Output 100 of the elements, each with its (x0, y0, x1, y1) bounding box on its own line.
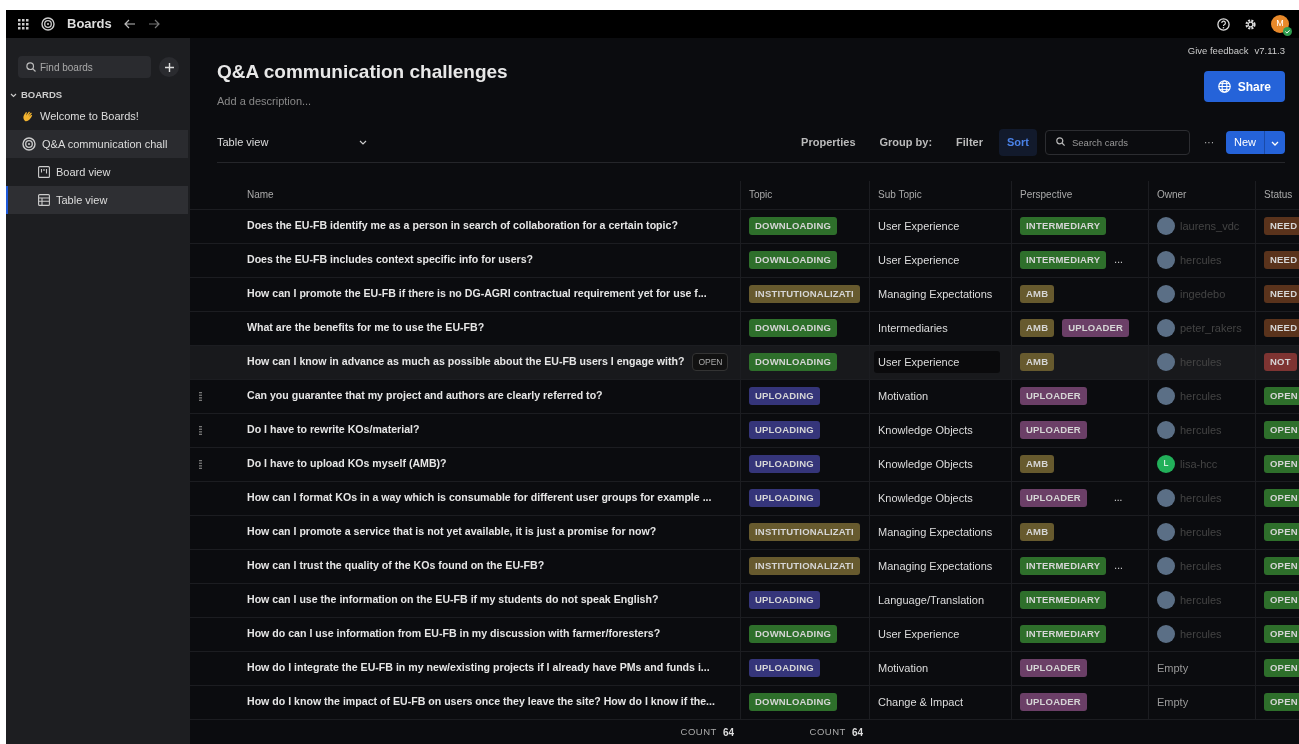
card-title[interactable]: How can I trust the quality of the KOs found on the EU-FB? (247, 558, 545, 574)
topic-tag: UPLOADING (749, 386, 820, 406)
card-title[interactable]: What are the benefits for me to use the EU-FB? (247, 320, 485, 336)
description-field[interactable]: Add a description... (217, 92, 508, 109)
status-tag: OPEN (1264, 556, 1299, 576)
sub-topic-text: Knowledge Objects (878, 490, 973, 506)
status-tag: OPEN (1264, 488, 1299, 508)
sub-topic-text: Knowledge Objects (878, 422, 973, 438)
column-header[interactable]: Name (247, 187, 274, 202)
drag-handle-icon[interactable] (199, 425, 202, 435)
target-icon (22, 137, 36, 152)
card-title[interactable]: How can I format KOs in a way which is consumable for different user groups for example ... (247, 490, 712, 506)
column-header[interactable]: Perspective (1020, 187, 1073, 202)
empty-value-text: Empty (1157, 694, 1189, 710)
avatar-placeholder (1157, 591, 1175, 609)
owner-name: hercules (1180, 490, 1222, 506)
card-title[interactable]: How do I know the impact of EU-FB on users once they leave the site? How do I know if the... (247, 694, 715, 710)
avatar-placeholder (1157, 353, 1175, 371)
perspective-tag: UPLOADER (1020, 420, 1087, 440)
drag-handle-icon[interactable] (199, 459, 202, 469)
board-title: Q&A communication challenges (217, 60, 508, 84)
perspective-tag: AMB (1020, 284, 1055, 304)
feedback-link[interactable]: Give feedback (1187, 44, 1249, 59)
owner-name: hercules (1180, 388, 1222, 404)
more-options-button[interactable]: ··· (1200, 134, 1218, 150)
sub-topic-text: Motivation (878, 388, 929, 404)
owner-name: hercules (1180, 422, 1222, 438)
sidebar-item[interactable]: Board view (6, 158, 188, 187)
help-icon[interactable] (1217, 17, 1230, 31)
column-header[interactable]: Topic (749, 187, 773, 202)
sub-topic-text: User Experience (878, 626, 960, 642)
share-button[interactable]: Share (1203, 71, 1285, 103)
card-title[interactable]: Do I have to upload KOs myself (AMB)? (247, 456, 447, 472)
status-tag: OPEN (1264, 692, 1299, 712)
apps-grid-icon[interactable] (18, 18, 29, 30)
count-label: COUNT (809, 725, 846, 739)
more-tags-indicator: ... (1114, 492, 1123, 504)
toolbar-button[interactable]: Sort (999, 129, 1037, 156)
topic-tag: INSTITUTIONALIZATI (749, 284, 860, 304)
table-icon (38, 194, 50, 207)
topic-tag: DOWNLOADING (749, 692, 838, 712)
view-dropdown[interactable]: Table view (217, 134, 367, 151)
status-tag: OPEN (1264, 386, 1299, 406)
avatar-placeholder (1157, 523, 1175, 541)
card-title[interactable]: How can I use the information on the EU-FB if my students do not speak English? (247, 592, 659, 608)
perspective-tag: AMB (1020, 352, 1055, 372)
globe-icon (1217, 80, 1231, 94)
topic-tag: DOWNLOADING (749, 250, 838, 270)
perspective-tag: UPLOADER (1020, 488, 1087, 508)
sub-topic-text: Managing Expectations (878, 286, 993, 302)
status-tag: NEED (1264, 216, 1299, 236)
forward-arrow-icon[interactable] (147, 19, 160, 29)
search-cards-field[interactable]: Search cards (1045, 129, 1190, 155)
owner-name: hercules (1180, 558, 1222, 574)
perspective-tag: INTERMEDIARY (1020, 216, 1107, 236)
owner-name: peter_rakers (1180, 320, 1242, 336)
chevron-down-icon[interactable] (10, 92, 17, 98)
topic-tag: UPLOADING (749, 590, 820, 610)
card-title[interactable]: How can I know in advance as much as possible about the EU-FB users I engage with? (247, 354, 685, 370)
sidebar-item[interactable]: Table view (6, 186, 188, 215)
avatar-placeholder (1157, 319, 1175, 337)
back-arrow-icon[interactable] (123, 19, 136, 29)
card-title[interactable]: How do can I use information from EU-FB in my discussion with farmer/foresters? (247, 626, 661, 642)
avatar-placeholder (1157, 285, 1175, 303)
add-board-button[interactable] (159, 57, 179, 77)
perspective-tag: AMB (1020, 318, 1055, 338)
status-tag: OPEN (1264, 624, 1299, 644)
toolbar-button[interactable]: Filter (948, 129, 991, 156)
card-title[interactable]: Do I have to rewrite KOs/material? (247, 422, 420, 438)
chevron-down-icon (1271, 140, 1279, 146)
avatar-placeholder (1157, 387, 1175, 405)
toolbar-button[interactable]: Group by: (871, 129, 941, 156)
card-title[interactable]: Does the EU-FB identify me as a person in search of collaboration for a certain topic? (247, 218, 678, 234)
card-title[interactable]: How do I integrate the EU-FB in my new/existing projects if I already have PMs and funds i... (247, 660, 710, 676)
drag-handle-icon[interactable] (199, 391, 202, 401)
card-title[interactable]: Can you guarantee that my project and authors are clearly referred to? (247, 388, 603, 404)
avatar-placeholder (1157, 625, 1175, 643)
sub-topic-text: User Experience (878, 252, 960, 268)
card-title[interactable]: How can I promote a service that is not yet available, it is just a promise for now? (247, 524, 657, 540)
column-header[interactable]: Owner (1157, 187, 1187, 202)
toolbar-button[interactable]: Properties (793, 129, 864, 156)
online-status-icon (1283, 27, 1292, 36)
column-header[interactable]: Status (1264, 187, 1293, 202)
status-tag: OPEN (1264, 658, 1299, 678)
settings-icon[interactable] (1244, 17, 1257, 31)
sidebar-item[interactable]: Q&A communication chall (6, 130, 188, 159)
section-heading: BOARDS (21, 88, 63, 102)
topic-tag: UPLOADING (749, 488, 820, 508)
open-card-button[interactable]: OPEN (692, 352, 729, 372)
perspective-tag: INTERMEDIARY (1020, 624, 1107, 644)
avatar-placeholder (1157, 421, 1175, 439)
card-title[interactable]: Does the EU-FB includes context specific info for users? (247, 252, 534, 268)
column-header[interactable]: Sub Topic (878, 187, 922, 202)
card-title[interactable]: How can I promote the EU-FB if there is no DG-AGRI contractual requirement yet for use f... (247, 286, 707, 302)
avatar-placeholder (1157, 557, 1175, 575)
avatar-placeholder (1157, 489, 1175, 507)
topic-tag: UPLOADING (749, 658, 820, 678)
perspective-tag: AMB (1020, 522, 1055, 542)
sidebar-item[interactable]: Welcome to Boards! (6, 102, 188, 131)
find-boards-field[interactable]: Find boards (18, 56, 151, 78)
